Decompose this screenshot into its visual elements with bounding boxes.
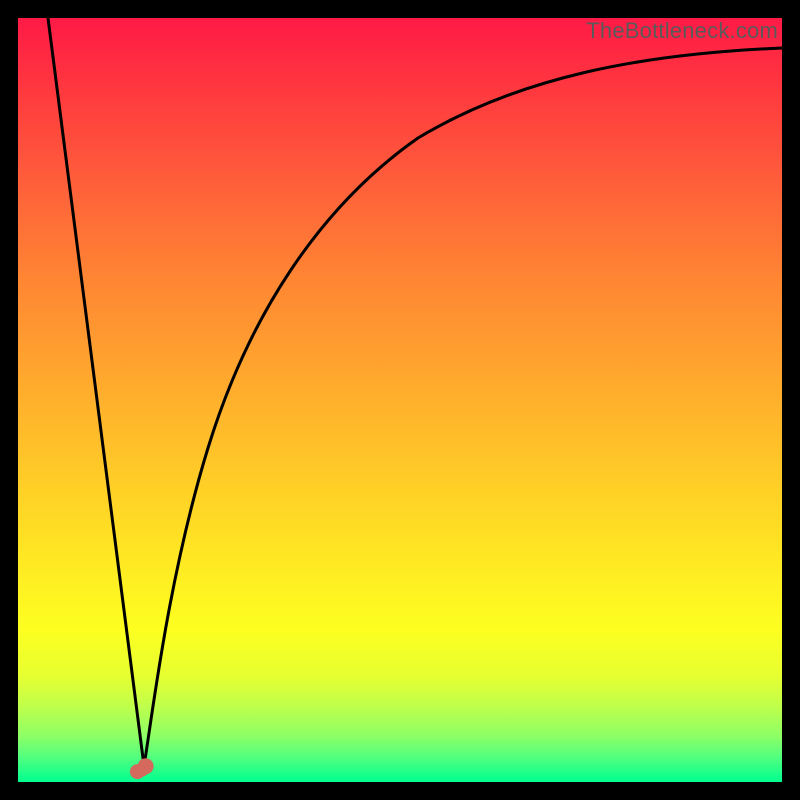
chart-frame: TheBottleneck.com [18, 18, 782, 782]
bottleneck-curve [18, 18, 782, 782]
curve-path [48, 18, 782, 766]
